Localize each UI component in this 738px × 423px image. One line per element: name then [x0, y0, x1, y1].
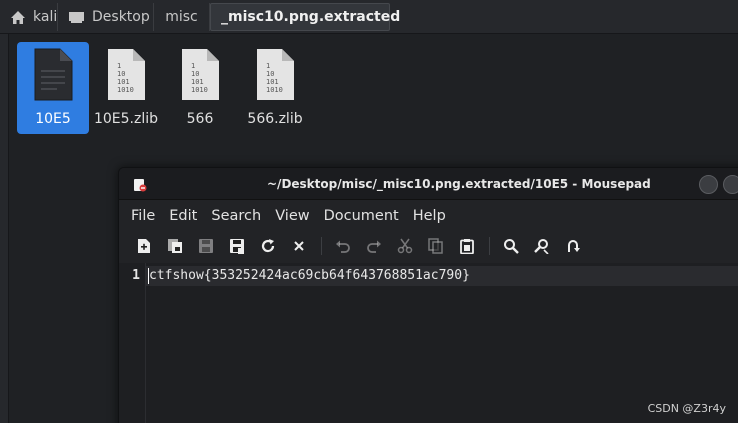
binary-icon-line: 101: [117, 78, 130, 86]
breadcrumb-label: kali: [33, 9, 58, 25]
find-replace-icon[interactable]: [533, 237, 551, 255]
breadcrumb-label: _misc10.png.extracted: [221, 9, 401, 25]
binary-icon-line: 10: [191, 70, 199, 78]
toolbar-separator: [489, 237, 490, 255]
file-name: 566: [186, 111, 214, 127]
toolbar: [119, 231, 738, 261]
breadcrumb-misc[interactable]: misc: [154, 3, 210, 31]
window-title: ~/Desktop/misc/_misc10.png.extracted/10E…: [267, 177, 651, 191]
redo-icon[interactable]: [365, 237, 383, 255]
menu-help[interactable]: Help: [413, 208, 446, 224]
new-window-icon[interactable]: [166, 237, 184, 255]
new-document-icon[interactable]: [135, 237, 153, 255]
text-editor[interactable]: 1 ctfshow{353252424ac69cb64f643768851ac7…: [119, 263, 738, 423]
breadcrumb-home[interactable]: kali: [0, 3, 58, 31]
line-number: 1: [132, 268, 140, 283]
maximize-button[interactable]: [723, 175, 738, 194]
watermark: CSDN @Z3r4y: [647, 402, 726, 415]
menu-bar: File Edit Search View Document Help: [119, 201, 738, 231]
copy-icon[interactable]: [427, 237, 445, 255]
menu-view[interactable]: View: [275, 208, 309, 224]
binary-icon-line: 1010: [266, 86, 283, 94]
file-item-10e5-zlib[interactable]: 1 10 101 1010 10E5.zlib: [90, 42, 162, 134]
binary-icon-line: 1: [191, 62, 195, 70]
file-name: 566.zlib: [247, 111, 303, 127]
breadcrumb-current[interactable]: _misc10.png.extracted: [210, 3, 400, 31]
binary-icon-line: 101: [191, 78, 204, 86]
document-text[interactable]: ctfshow{353252424ac69cb64f643768851ac790…: [149, 268, 470, 283]
binary-icon-line: 1010: [191, 86, 208, 94]
toolbar-separator: [321, 237, 322, 255]
file-item-566[interactable]: 1 10 101 1010 566: [164, 42, 236, 134]
file-item-566-zlib[interactable]: 1 10 101 1010 566.zlib: [239, 42, 311, 134]
binary-file-icon: 1 10 101 1010: [105, 48, 147, 106]
binary-file-icon: 1 10 101 1010: [254, 48, 296, 106]
folder-desktop-icon: [68, 10, 85, 24]
file-item-10e5[interactable]: 10E5: [17, 42, 89, 134]
breadcrumb-desktop[interactable]: Desktop: [58, 3, 154, 31]
path-bar: kali Desktop misc _misc10.png.extracted: [0, 0, 738, 34]
binary-icon-line: 1: [266, 62, 270, 70]
menu-document[interactable]: Document: [324, 208, 399, 224]
save-as-icon[interactable]: [228, 237, 246, 255]
breadcrumb-label: misc: [165, 9, 198, 25]
close-icon[interactable]: [290, 237, 308, 255]
menu-search[interactable]: Search: [211, 208, 261, 224]
menu-edit[interactable]: Edit: [169, 208, 197, 224]
file-name: 10E5: [35, 111, 71, 127]
binary-icon-line: 10: [266, 70, 274, 78]
reload-icon[interactable]: [259, 237, 277, 255]
mousepad-window: ~/Desktop/misc/_misc10.png.extracted/10E…: [118, 167, 738, 423]
binary-icon-line: 10: [117, 70, 125, 78]
binary-icon-line: 1: [117, 62, 121, 70]
go-to-line-icon[interactable]: [564, 237, 582, 255]
breadcrumb-label: Desktop: [92, 9, 150, 25]
file-name: 10E5.zlib: [93, 111, 159, 127]
paste-icon[interactable]: [458, 237, 476, 255]
text-caret: [148, 268, 149, 284]
minimize-button[interactable]: [699, 175, 718, 194]
undo-icon[interactable]: [334, 237, 352, 255]
save-icon[interactable]: [197, 237, 215, 255]
home-icon: [10, 10, 26, 25]
side-pane-edge: [0, 34, 9, 423]
binary-icon-line: 101: [266, 78, 279, 86]
title-bar[interactable]: ~/Desktop/misc/_misc10.png.extracted/10E…: [119, 168, 738, 200]
cut-icon[interactable]: [396, 237, 414, 255]
menu-file[interactable]: File: [131, 208, 155, 224]
mousepad-app-icon: [133, 177, 147, 196]
binary-icon-line: 1010: [117, 86, 134, 94]
find-icon[interactable]: [502, 237, 520, 255]
line-number-gutter: 1: [119, 263, 146, 423]
text-file-icon: [32, 48, 74, 106]
binary-file-icon: 1 10 101 1010: [179, 48, 221, 106]
